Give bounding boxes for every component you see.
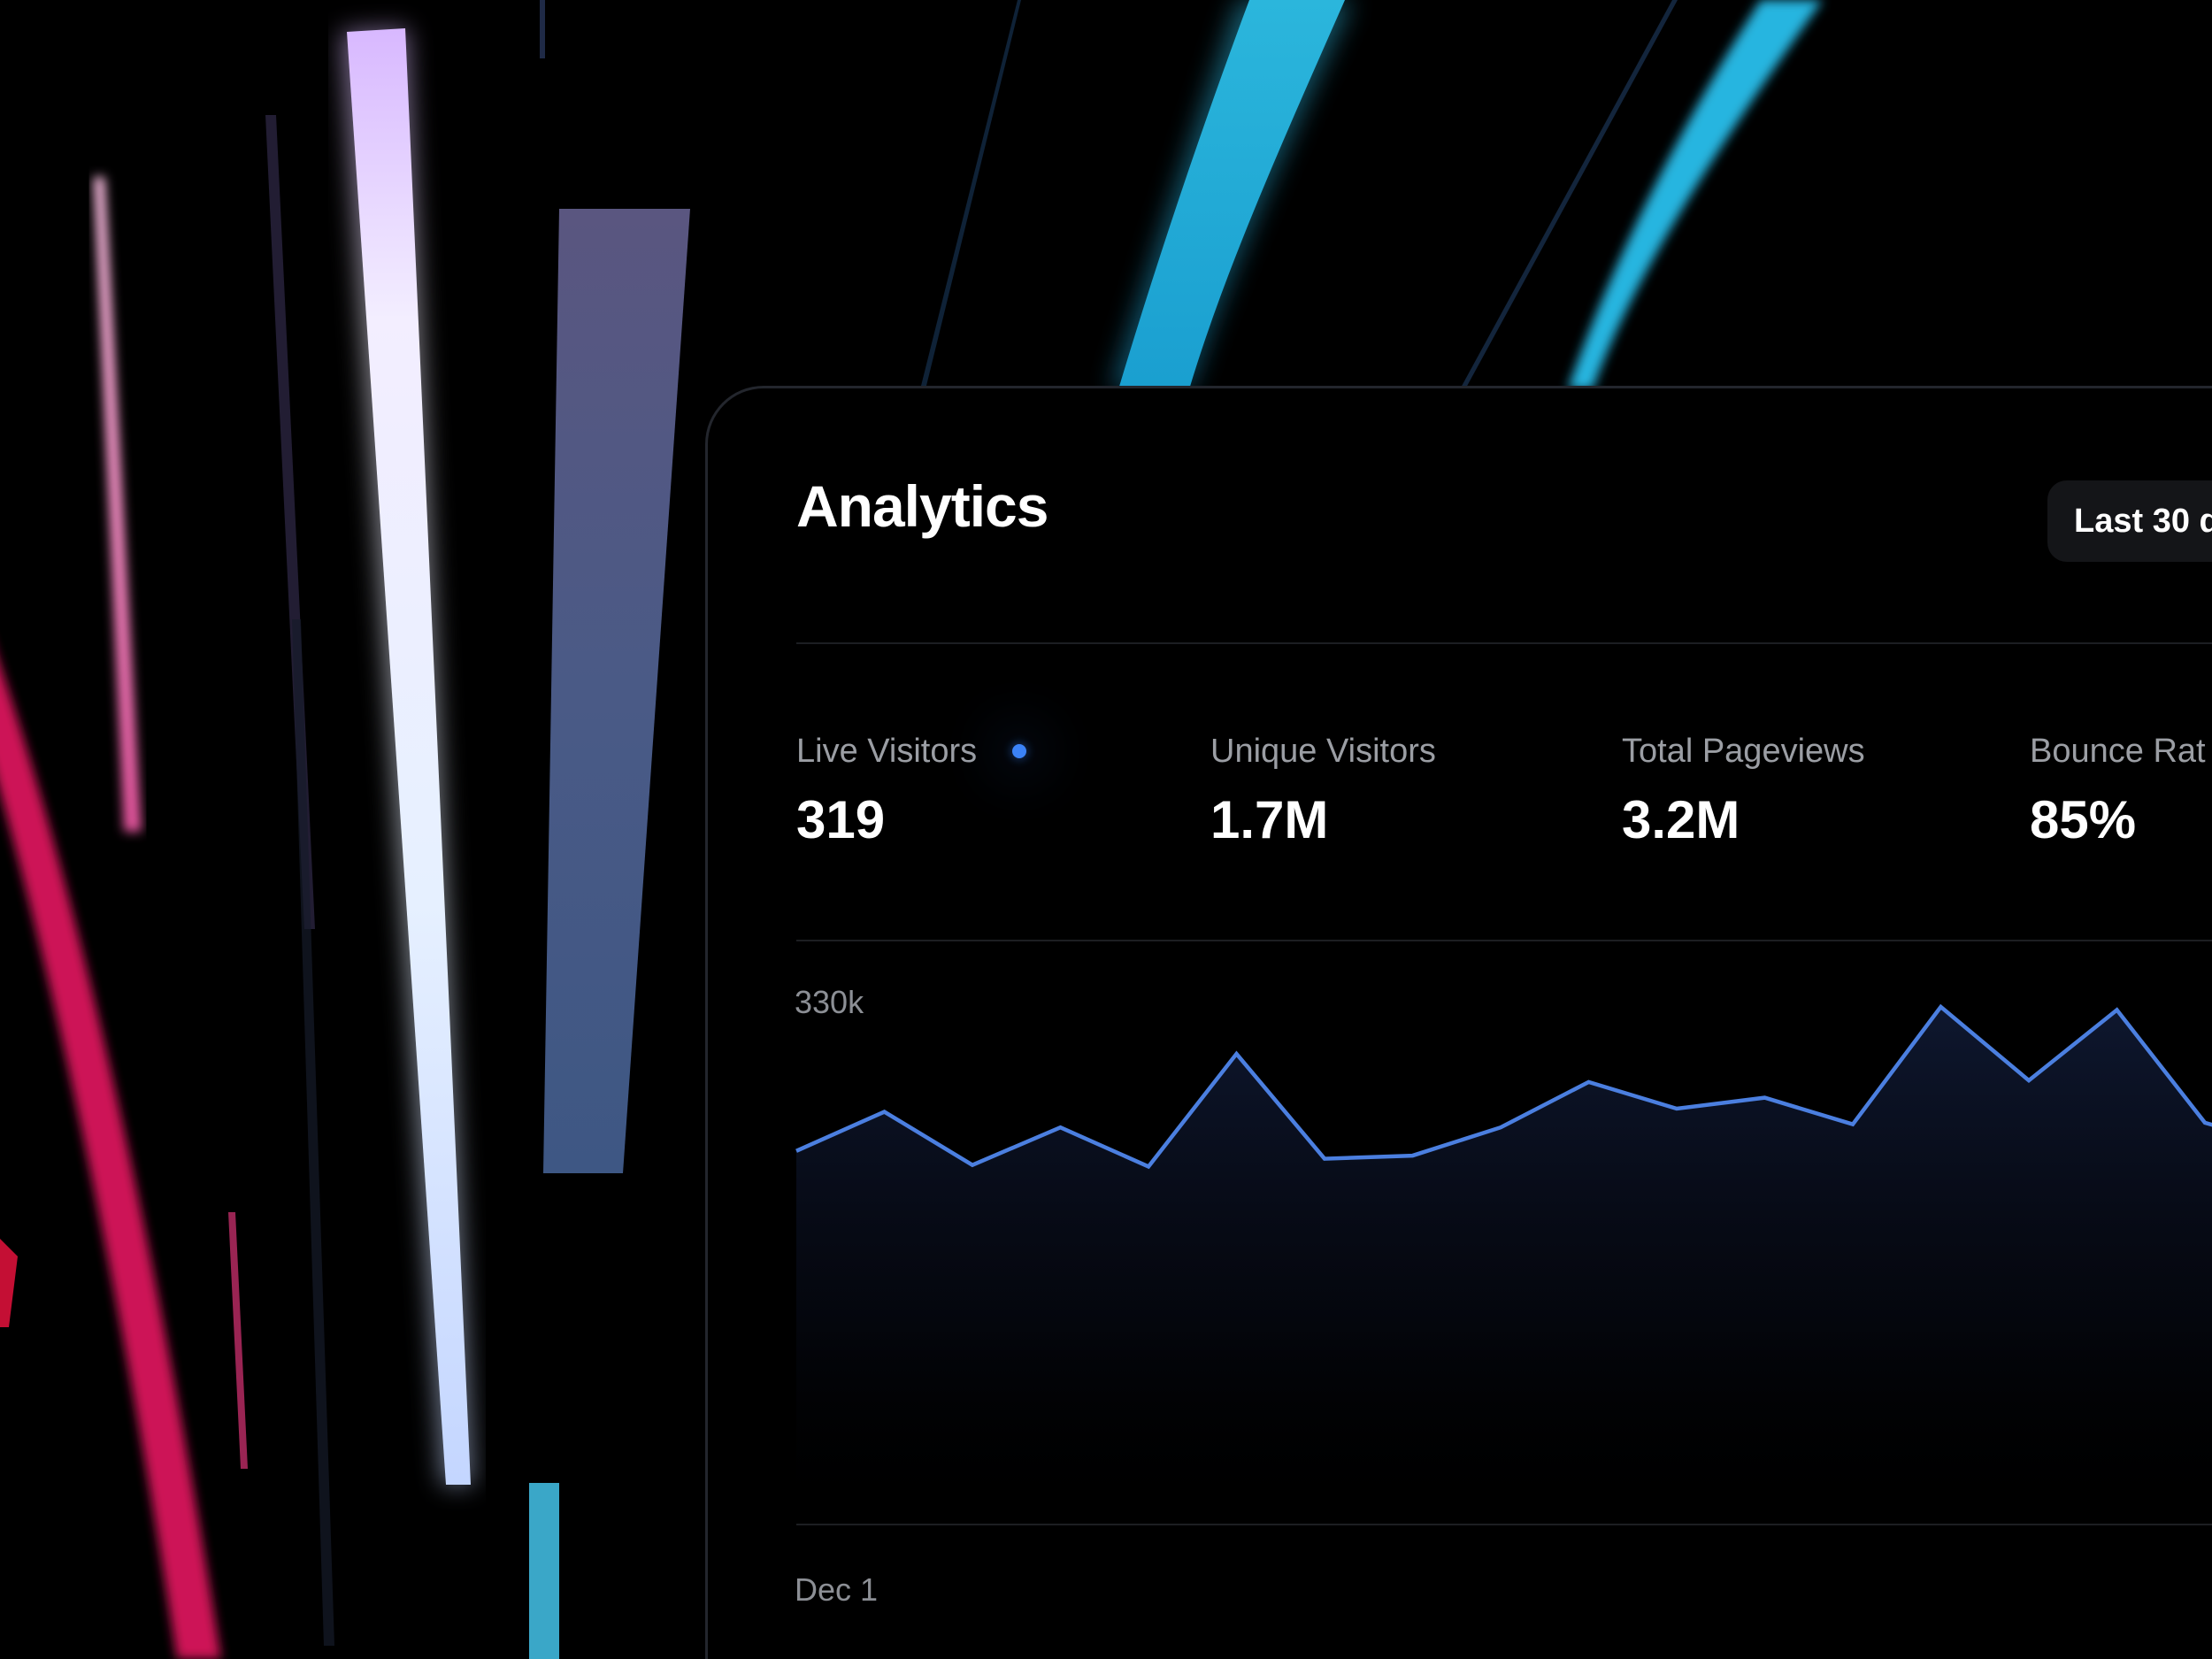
chart-point-2: [882, 1110, 887, 1115]
chart-point-8: [1410, 1153, 1416, 1158]
chart-point-12: [1763, 1095, 1768, 1101]
analytics-panel: Analytics Last 30 d Live Visitors 319 Un…: [705, 386, 2212, 1659]
chart-point-4: [1058, 1125, 1064, 1130]
chart-point-10: [1586, 1079, 1592, 1085]
chart-point-17: [2202, 1120, 2208, 1125]
chart-point-1: [794, 1148, 799, 1154]
date-range-button[interactable]: Last 30 d: [2047, 480, 2212, 562]
chart-point-3: [970, 1163, 975, 1168]
chart-point-14: [1939, 1004, 1944, 1010]
chart-point-15: [2026, 1078, 2032, 1083]
chart-area-fill: [796, 1006, 2212, 1524]
chart-baseline-divider: [796, 1524, 2212, 1525]
chart-point-6: [1234, 1051, 1240, 1056]
stat-value-total-pageviews: 3.2M: [1622, 790, 1740, 849]
stat-value-bounce-rate: 85%: [2030, 790, 2137, 849]
chart-point-13: [1850, 1122, 1855, 1127]
page-title: Analytics: [796, 473, 1048, 539]
screen: Analytics Last 30 d Live Visitors 319 Un…: [0, 0, 2212, 1659]
chart-point-11: [1674, 1106, 1679, 1111]
stat-label-unique-visitors: Unique Visitors: [1210, 733, 1436, 770]
header-divider: [796, 642, 2212, 644]
stat-value-unique-visitors: 1.7M: [1210, 790, 1329, 849]
stat-value-live-visitors: 319: [796, 790, 886, 849]
stats-divider: [796, 940, 2212, 941]
x-tick-label: Dec 1: [795, 1571, 879, 1608]
chart-point-7: [1322, 1156, 1327, 1162]
stat-label-bounce-rate: Bounce Rat: [2030, 733, 2206, 770]
panel-top-edge-glow: [708, 386, 2212, 388]
stat-label-total-pageviews: Total Pageviews: [1622, 733, 1865, 770]
stat-label-live-visitors: Live Visitors: [796, 733, 978, 770]
chart-point-16: [2115, 1007, 2120, 1012]
chart-point-5: [1146, 1164, 1151, 1169]
chart-point-9: [1498, 1125, 1503, 1130]
live-indicator-dot: [1012, 744, 1026, 758]
panel-left-edge-glow: [705, 512, 708, 972]
visitors-area-chart: [794, 1003, 2212, 1524]
